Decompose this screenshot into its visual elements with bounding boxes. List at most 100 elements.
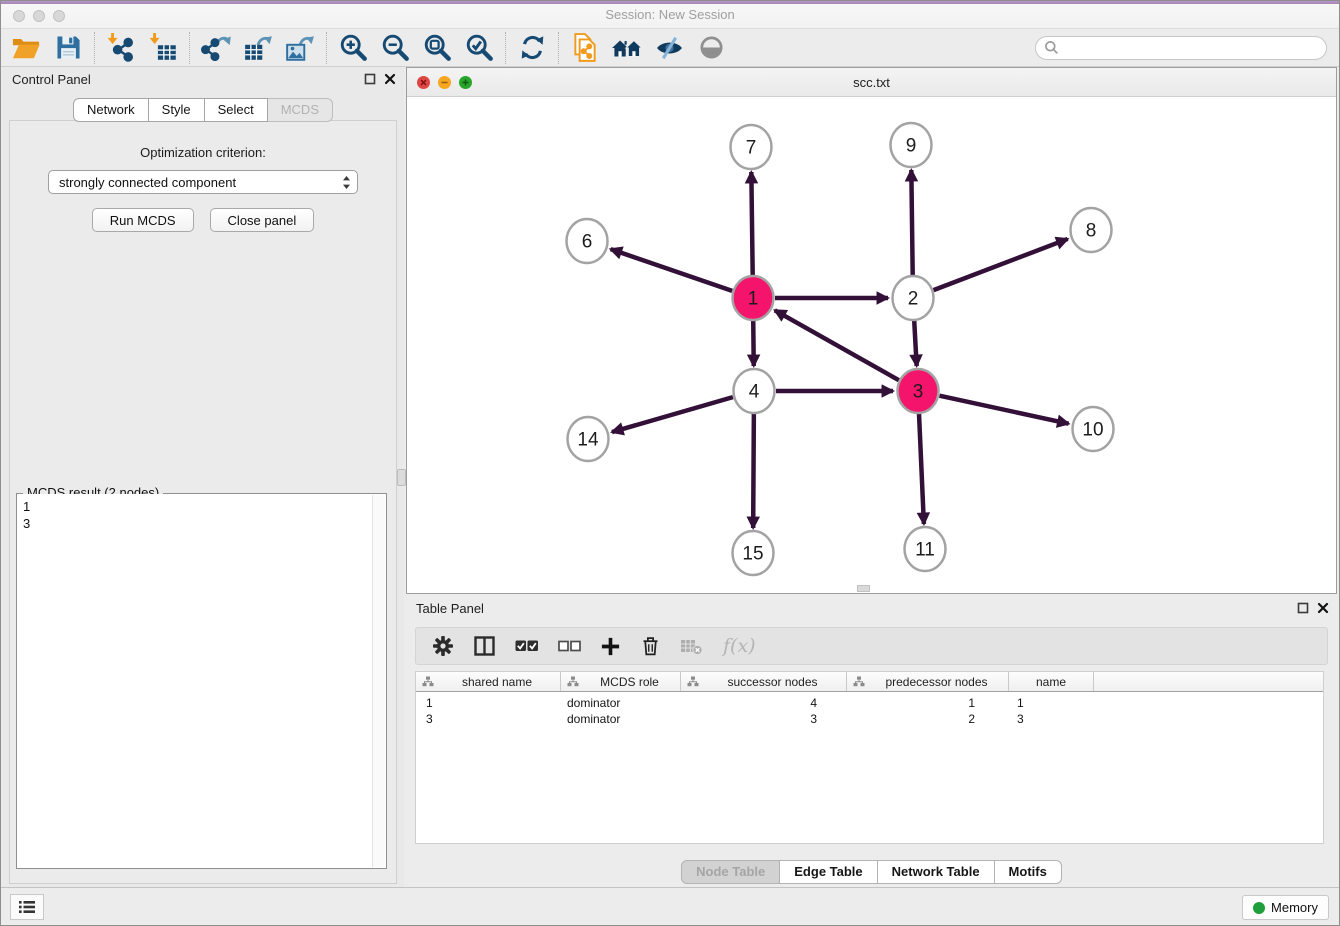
table-cell: 3	[1009, 711, 1094, 727]
open-folder-icon	[11, 35, 41, 60]
close-panel-icon[interactable]	[1317, 602, 1329, 614]
edge-2-8[interactable]	[934, 239, 1068, 290]
float-panel-icon[interactable]	[364, 73, 376, 85]
column-header-label: shared name	[434, 675, 560, 689]
float-panel-icon[interactable]	[1297, 602, 1309, 614]
edge-3-10[interactable]	[939, 396, 1068, 424]
toolbar-separator	[505, 32, 506, 64]
column-header-shared-name[interactable]: shared name	[416, 672, 561, 691]
table-cell: 1	[416, 695, 561, 711]
search-input[interactable]	[1059, 40, 1318, 55]
minimize-glyph-icon	[441, 79, 448, 86]
network-view-window: scc.txt 7968124314101511	[406, 67, 1337, 594]
search-box[interactable]	[1035, 36, 1327, 60]
table-toolbar: f(x)	[415, 627, 1328, 665]
close-panel-button[interactable]: Close panel	[210, 208, 315, 232]
table-row[interactable]: 3dominator323	[416, 711, 1323, 727]
table-row[interactable]: 1dominator411	[416, 695, 1323, 711]
zoom-out-icon	[381, 33, 410, 62]
select-all-checkboxes-icon[interactable]	[515, 637, 539, 655]
mcds-result-text[interactable]: 13	[17, 494, 386, 868]
edge-2-9[interactable]	[911, 170, 912, 276]
hide-graphics-details-button[interactable]	[648, 31, 690, 65]
network-file-icon	[571, 33, 599, 63]
criterion-select[interactable]: strongly connected component	[48, 170, 358, 194]
column-header-label: predecessor nodes	[865, 675, 1008, 689]
minimize-network-button[interactable]	[438, 76, 451, 89]
delete-column-icon[interactable]	[640, 635, 661, 657]
table-cell: 4	[681, 695, 847, 711]
tab-network-table[interactable]: Network Table	[878, 860, 995, 884]
tab-network[interactable]: Network	[73, 98, 149, 122]
tab-motifs[interactable]: Motifs	[995, 860, 1062, 884]
zoom-selected-button[interactable]	[458, 31, 500, 65]
export-network-button[interactable]	[195, 31, 237, 65]
edge-3-11[interactable]	[919, 413, 924, 524]
open-network-file-button[interactable]	[564, 31, 606, 65]
columns-view-icon[interactable]	[473, 635, 496, 657]
panel-splitter-handle[interactable]	[397, 469, 406, 486]
export-network-icon	[201, 34, 231, 61]
zoom-out-button[interactable]	[374, 31, 416, 65]
maximize-network-button[interactable]	[459, 76, 472, 89]
column-header-mcds-role[interactable]: MCDS role	[561, 672, 681, 691]
column-header-name[interactable]: name	[1009, 672, 1094, 691]
export-table-button[interactable]	[237, 31, 279, 65]
hierarchy-icon	[687, 676, 699, 687]
edge-4-14[interactable]	[612, 397, 733, 432]
home-icon	[611, 36, 643, 60]
node-label-7: 7	[746, 138, 757, 159]
run-mcds-button[interactable]: Run MCDS	[92, 208, 194, 232]
edge-1-7[interactable]	[751, 172, 752, 276]
tab-select[interactable]: Select	[205, 98, 268, 122]
task-history-button[interactable]	[10, 894, 44, 920]
open-session-button[interactable]	[5, 31, 47, 65]
close-panel-icon[interactable]	[384, 73, 396, 85]
import-network-button[interactable]	[100, 31, 142, 65]
memory-status-dot	[1253, 902, 1265, 914]
delete-table-icon[interactable]	[680, 636, 704, 656]
zoom-fit-button[interactable]	[416, 31, 458, 65]
control-panel: Control Panel NetworkStyleSelectMCDS Opt…	[2, 67, 404, 889]
close-network-button[interactable]	[417, 76, 430, 89]
import-table-button[interactable]	[142, 31, 184, 65]
hierarchy-icon	[567, 676, 579, 687]
control-panel-title: Control Panel	[12, 72, 91, 87]
edge-2-3[interactable]	[914, 320, 916, 366]
zoom-in-button[interactable]	[332, 31, 374, 65]
mcds-result-line: 1	[23, 498, 368, 515]
result-scrollbar[interactable]	[372, 495, 385, 867]
settings-gear-icon[interactable]	[432, 635, 454, 657]
table-splitter-handle[interactable]	[857, 585, 870, 592]
node-label-1: 1	[748, 289, 759, 310]
table-cell: dominator	[561, 695, 681, 711]
network-canvas[interactable]: 7968124314101511	[407, 97, 1336, 593]
tab-edge-table[interactable]: Edge Table	[780, 860, 877, 884]
add-column-icon[interactable]	[600, 636, 621, 657]
table-cell: 3	[416, 711, 561, 727]
edge-4-15[interactable]	[753, 413, 754, 528]
export-table-icon	[243, 34, 273, 62]
home-button[interactable]	[606, 31, 648, 65]
column-header-label: name	[1009, 675, 1093, 689]
memory-button[interactable]: Memory	[1242, 895, 1329, 920]
eye-icon	[699, 35, 724, 60]
tab-node-table[interactable]: Node Table	[681, 860, 780, 884]
edge-1-6[interactable]	[611, 249, 733, 291]
tab-mcds[interactable]: MCDS	[268, 98, 333, 122]
node-label-10: 10	[1082, 420, 1103, 441]
refresh-layout-button[interactable]	[511, 31, 553, 65]
deselect-all-checkboxes-icon[interactable]	[558, 638, 581, 654]
show-graphics-details-button[interactable]	[690, 31, 732, 65]
table-panel-title: Table Panel	[416, 601, 484, 616]
tab-style[interactable]: Style	[149, 98, 205, 122]
column-header-label: MCDS role	[579, 675, 680, 689]
apply-function-icon[interactable]: f(x)	[723, 635, 756, 657]
column-header-predecessor-nodes[interactable]: predecessor nodes	[847, 672, 1009, 691]
mcds-panel: Optimization criterion: strongly connect…	[9, 120, 397, 884]
export-image-button[interactable]	[279, 31, 321, 65]
column-header-successor-nodes[interactable]: successor nodes	[681, 672, 847, 691]
memory-label: Memory	[1271, 900, 1318, 915]
save-session-button[interactable]	[47, 31, 89, 65]
edge-3-1[interactable]	[775, 310, 899, 380]
